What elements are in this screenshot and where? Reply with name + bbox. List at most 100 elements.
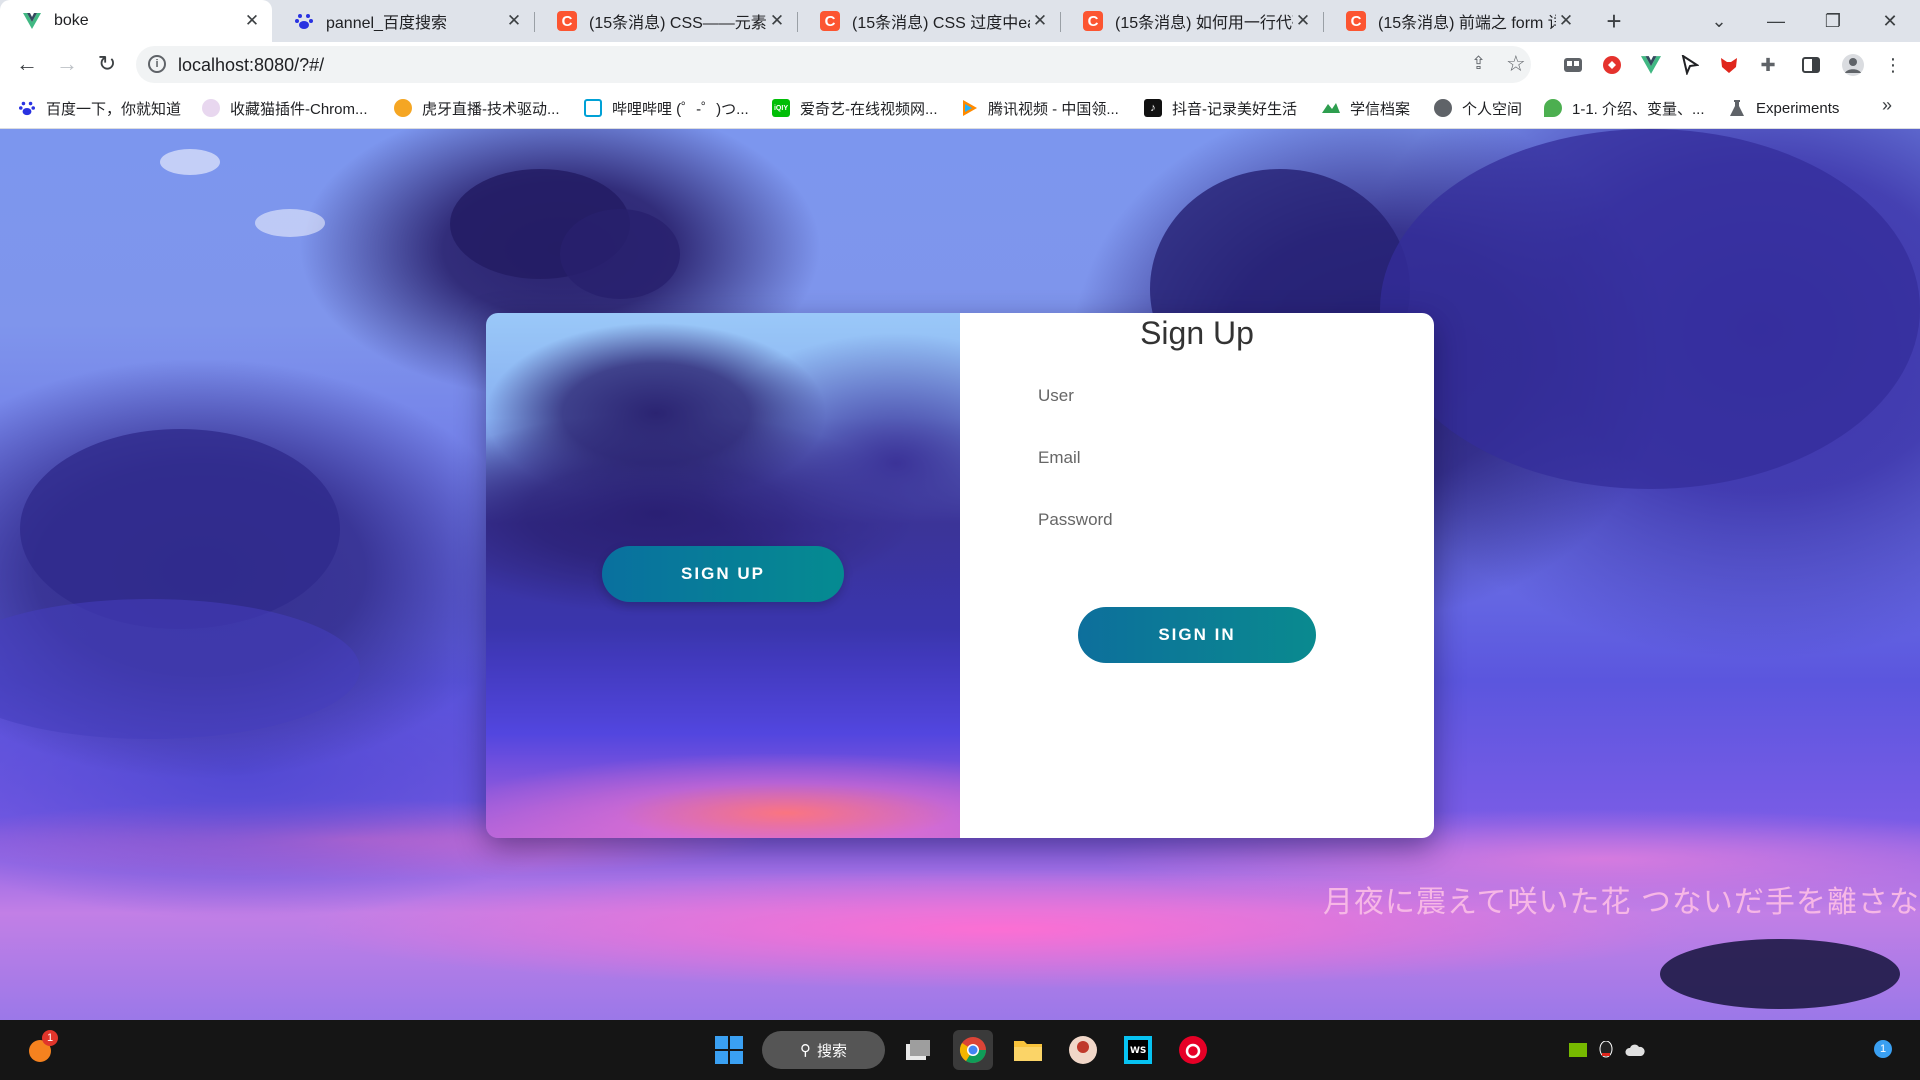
bookmark-label: 收藏猫插件-Chrom... [230,100,368,118]
cursor-extension-icon[interactable] [1677,52,1703,78]
bookmark-label: 个人空间 [1462,100,1523,118]
tab-csdn-1[interactable]: C (15条消息) CSS——元素的 ✕ [535,0,797,42]
close-window-button[interactable]: ✕ [1866,0,1914,42]
vue-icon [22,11,42,31]
svg-text:WS: WS [1130,1046,1146,1056]
close-icon[interactable]: ✕ [1030,11,1050,31]
bookmark-douyin[interactable]: ♪ 抖音-记录美好生活 [1144,97,1297,119]
side-panel-icon[interactable] [1798,52,1824,78]
sign-in-button[interactable]: SIGN IN [1078,607,1316,663]
scrolling-lyric-text: 月夜に震えて咲いた花 つないだ手を離さな [1323,886,1920,919]
background-cloud [255,209,325,237]
site-info-icon[interactable]: i [148,55,166,73]
windows-taskbar: 1 ⚲ 搜索 WS 1 [0,1020,1920,1080]
tab-csdn-2[interactable]: C (15条消息) CSS 过度中ease ✕ [798,0,1060,42]
bookmark-label: 哔哩哔哩 (゜-゜)つ... [612,100,749,118]
share-icon[interactable]: ⇪ [1471,53,1486,74]
taskbar-search[interactable]: ⚲ 搜索 [762,1031,885,1069]
url-text[interactable]: localhost:8080/?#/ [178,55,324,76]
bookmark-label: 爱奇艺-在线视频网... [800,100,938,118]
puzzle-extensions-icon[interactable]: ✚ [1755,52,1781,78]
qq-tray-icon[interactable] [1596,1040,1616,1060]
new-tab-button[interactable]: + [1600,6,1628,36]
extension-tab-manager-icon[interactable] [1560,52,1586,78]
browser-tab-strip: boke ✕ pannel_百度搜索 ✕ C (15条消息) CSS——元素的 … [0,0,1920,42]
bookmark-chsi[interactable]: 学信档案 [1322,97,1410,119]
restore-button[interactable]: ❐ [1809,0,1857,42]
cat-icon [202,99,220,117]
menu-kebab-icon[interactable]: ⋮ [1880,52,1906,78]
tab-boke[interactable]: boke ✕ [0,0,272,42]
card-overlay-panel: SIGN UP [486,313,960,838]
bookmark-bilibili[interactable]: 哔哩哔哩 (゜-゜)つ... [584,97,749,119]
tab-csdn-4[interactable]: C (15条消息) 前端之 form 详 ✕ [1324,0,1586,42]
taskbar-search-label: 搜索 [816,1042,847,1060]
background-cloud [0,599,360,739]
sign-up-form: Sign Up SIGN IN [960,313,1434,838]
forward-button[interactable]: → [52,49,82,79]
tab-baidu[interactable]: pannel_百度搜索 ✕ [272,0,534,42]
bookmark-star-icon[interactable]: ☆ [1506,51,1526,77]
close-icon[interactable]: ✕ [1556,11,1576,31]
sign-up-toggle-button[interactable]: SIGN UP [602,546,844,602]
onedrive-cloud-icon[interactable] [1625,1040,1645,1060]
task-view-icon[interactable] [898,1030,938,1070]
webstorm-icon[interactable]: WS [1118,1030,1158,1070]
csdn-icon: C [1346,11,1366,31]
flask-icon [1728,99,1746,117]
bookmark-tencent-video[interactable]: 腾讯视频 - 中国领... [960,97,1119,119]
chrome-taskbar-icon[interactable] [953,1030,993,1070]
bookmark-baidu[interactable]: 百度一下，你就知道 [18,97,181,119]
bookmark-label: 虎牙直播-技术驱动... [422,100,560,118]
search-icon: ⚲ [799,1042,811,1059]
bookmark-cat-plugin[interactable]: 收藏猫插件-Chrom... [202,97,368,119]
tab-title: (15条消息) CSS 过度中ease [852,15,1030,32]
bookmark-label: 腾讯视频 - 中国领... [988,100,1119,118]
bookmark-intro-variables[interactable]: 1-1. 介绍、变量、... [1544,97,1705,119]
profile-avatar-icon[interactable] [1840,52,1866,78]
background-cloud [160,149,220,175]
weather-widget-icon[interactable]: 1 [20,1030,60,1070]
fox-extension-icon[interactable] [1716,52,1742,78]
background-cloud [1660,939,1900,1009]
start-windows-icon[interactable] [709,1030,749,1070]
close-icon[interactable]: ✕ [767,11,787,31]
globe-icon [1434,99,1452,117]
user-input[interactable] [1038,381,1358,411]
minimize-button[interactable]: — [1752,0,1800,42]
close-icon[interactable]: ✕ [1293,11,1313,31]
tab-csdn-3[interactable]: C (15条消息) 如何用一行代码 ✕ [1061,0,1323,42]
back-button[interactable]: ← [12,49,42,79]
reload-button[interactable]: ↻ [92,49,122,79]
background-cloud [1380,129,1920,489]
bookmark-label: 抖音-记录美好生活 [1172,100,1297,118]
bilibili-icon [584,99,602,117]
bookmark-personal-space[interactable]: 个人空间 [1434,97,1522,119]
bookmarks-overflow-chevron-icon[interactable]: » [1882,95,1892,116]
avatar-app-icon[interactable] [1063,1030,1103,1070]
address-bar[interactable]: i localhost:8080/?#/ ⇪ ☆ [136,46,1531,83]
password-input[interactable] [1038,505,1358,535]
notification-count-badge[interactable]: 1 [1874,1040,1892,1058]
netease-music-icon[interactable] [1173,1030,1213,1070]
vue-devtools-icon[interactable] [1638,52,1664,78]
page-viewport: SIGN UP Sign Up SIGN IN 月夜に震えて咲いた花 つないだ手… [0,129,1920,1020]
tab-title: boke [54,12,89,29]
file-explorer-icon[interactable] [1008,1030,1048,1070]
extension-red-icon[interactable] [1599,52,1625,78]
tab-title: (15条消息) 前端之 form 详 [1378,15,1556,32]
email-input[interactable] [1038,443,1358,473]
chsi-icon [1322,99,1340,117]
close-icon[interactable]: ✕ [242,11,262,31]
notification-badge: 1 [42,1030,58,1046]
bookmark-experiments[interactable]: Experiments [1728,97,1839,119]
tab-search-chevron-icon[interactable]: ⌄ [1695,0,1743,42]
nvidia-tray-icon[interactable] [1568,1040,1588,1060]
iqiyi-icon: iQIY [772,99,790,117]
tab-title: (15条消息) 如何用一行代码 [1115,15,1293,32]
bookmark-huya[interactable]: 虎牙直播-技术驱动... [394,97,560,119]
baidu-icon [294,11,314,31]
csdn-icon: C [820,11,840,31]
bookmark-iqiyi[interactable]: iQIY 爱奇艺-在线视频网... [772,97,938,119]
close-icon[interactable]: ✕ [504,11,524,31]
